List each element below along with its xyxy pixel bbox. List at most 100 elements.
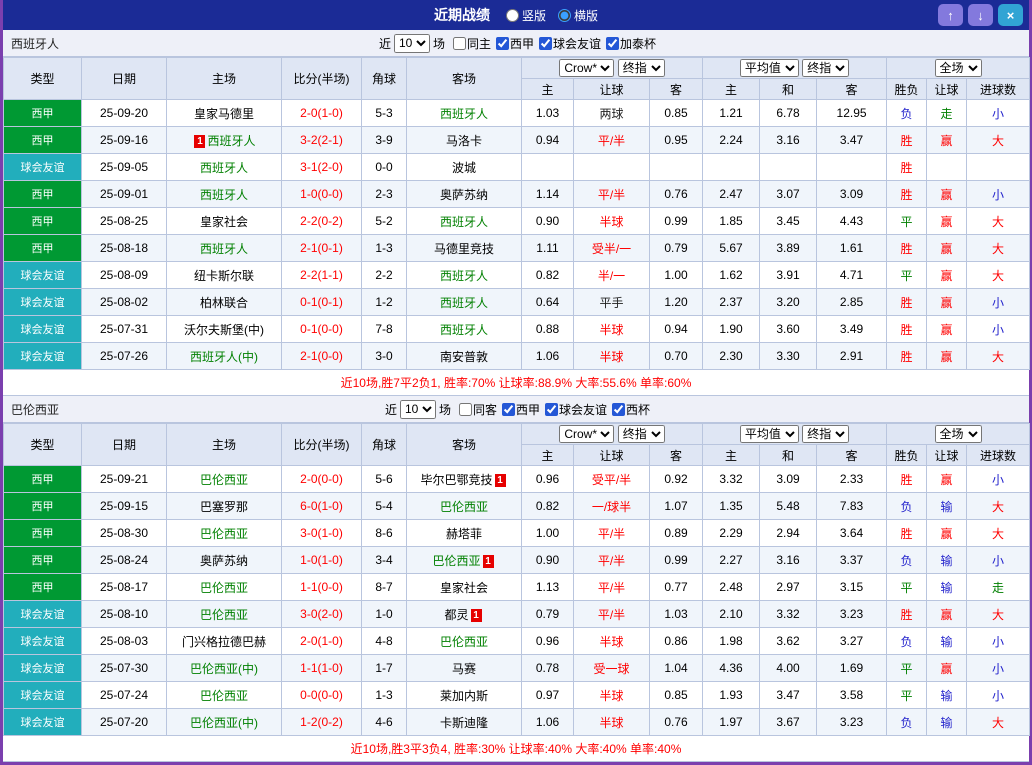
goals-result-cell: 大 xyxy=(967,709,1030,736)
section-summary: 近10场,胜3平3负4, 胜率:30% 让球率:40% 大率:40% 单率:40… xyxy=(3,736,1029,762)
team-name: 西班牙人 xyxy=(207,134,255,148)
match-row: 球会友谊25-07-24巴伦西亚0-0(0-0)1-3莱加内斯0.97半球0.8… xyxy=(4,682,1030,709)
odds-header-cell: Crow* 终指 xyxy=(522,58,703,79)
average-stage-select[interactable]: 终指 xyxy=(802,425,849,443)
scroll-down-button[interactable]: ↓ xyxy=(968,4,993,26)
average-stage-select[interactable]: 终指 xyxy=(802,59,849,77)
average-select[interactable]: 平均值 xyxy=(740,59,799,77)
results-table: 类型 日期 主场 比分(半场) 角球 客场 Crow* 终指 平均值 终指 xyxy=(3,57,1030,370)
result-cell: 胜 xyxy=(887,154,927,181)
odds-company-select[interactable]: Crow* xyxy=(559,59,614,77)
same-venue-checkbox[interactable] xyxy=(453,37,466,50)
avg-draw-cell: 2.97 xyxy=(760,574,817,601)
same-venue-checkbox[interactable] xyxy=(459,403,472,416)
avg-home-cell: 2.29 xyxy=(703,520,760,547)
horizontal-radio[interactable] xyxy=(558,9,571,22)
match-type-cell: 西甲 xyxy=(4,127,82,154)
home-odds-cell: 1.14 xyxy=(522,181,574,208)
subheader-odds-away: 客 xyxy=(650,79,703,100)
team-name: 马德里竞技 xyxy=(434,242,494,256)
team-name: 西班牙人 xyxy=(200,161,248,175)
avg-away-cell: 3.37 xyxy=(817,547,887,574)
goals-result-cell: 小 xyxy=(967,682,1030,709)
league-filter-friendly[interactable]: 球会友谊 xyxy=(545,401,607,418)
cup-checkbox[interactable] xyxy=(606,37,619,50)
friendly-checkbox[interactable] xyxy=(545,403,558,416)
home-odds-cell: 0.64 xyxy=(522,289,574,316)
filters: 近 10 场 同主 西甲 球会友谊 加泰杯 xyxy=(376,34,656,53)
corner-cell: 1-3 xyxy=(362,235,407,262)
team-name: 波城 xyxy=(452,161,476,175)
match-date-cell: 25-08-03 xyxy=(82,628,167,655)
layout-horizontal-option[interactable]: 横版 xyxy=(558,7,598,24)
away-team-cell: 奥萨苏纳 xyxy=(407,181,522,208)
avg-draw-cell: 3.60 xyxy=(760,316,817,343)
avg-home-cell: 2.24 xyxy=(703,127,760,154)
home-team-cell: 皇家马德里 xyxy=(167,100,282,127)
league-filter-cup[interactable]: 西杯 xyxy=(612,401,650,418)
avg-away-cell: 4.43 xyxy=(817,208,887,235)
up-arrow-icon: ↑ xyxy=(947,8,954,23)
scroll-up-button[interactable]: ↑ xyxy=(938,4,963,26)
match-row: 球会友谊25-09-05西班牙人3-1(2-0)0-0波城胜 xyxy=(4,154,1030,181)
match-date-cell: 25-08-18 xyxy=(82,235,167,262)
team-name: 纽卡斯尔联 xyxy=(194,269,254,283)
league-filter-laliga[interactable]: 西甲 xyxy=(502,401,540,418)
vertical-radio[interactable] xyxy=(506,9,519,22)
laliga-checkbox[interactable] xyxy=(496,37,509,50)
same-venue-filter[interactable]: 同客 xyxy=(459,401,497,418)
odds-company-select[interactable]: Crow* xyxy=(559,425,614,443)
avg-home-cell: 2.30 xyxy=(703,343,760,370)
odds-stage-select[interactable]: 终指 xyxy=(618,59,665,77)
average-select[interactable]: 平均值 xyxy=(740,425,799,443)
score-cell: 3-0(1-0) xyxy=(282,520,362,547)
result-cell: 胜 xyxy=(887,127,927,154)
corner-cell: 3-0 xyxy=(362,343,407,370)
corner-cell: 8-7 xyxy=(362,574,407,601)
team-name: 马洛卡 xyxy=(446,134,482,148)
league-filter-laliga[interactable]: 西甲 xyxy=(496,35,534,52)
home-odds-cell: 1.06 xyxy=(522,343,574,370)
corner-cell: 1-2 xyxy=(362,289,407,316)
subheader-avg-home: 主 xyxy=(703,445,760,466)
odds-stage-select[interactable]: 终指 xyxy=(618,425,665,443)
friendly-checkbox[interactable] xyxy=(539,37,552,50)
home-team-cell: 西班牙人 xyxy=(167,235,282,262)
layout-vertical-option[interactable]: 竖版 xyxy=(506,7,546,24)
match-row: 西甲25-08-18西班牙人2-1(0-1)1-3马德里竞技1.11受半/一0.… xyxy=(4,235,1030,262)
avg-away-cell: 3.23 xyxy=(817,601,887,628)
near-label: 近 xyxy=(385,401,397,418)
subheader-result: 胜负 xyxy=(887,79,927,100)
home-odds-cell: 1.03 xyxy=(522,100,574,127)
handicap-result-cell: 输 xyxy=(927,574,967,601)
league-filter-friendly[interactable]: 球会友谊 xyxy=(539,35,601,52)
match-date-cell: 25-08-25 xyxy=(82,208,167,235)
goals-result-cell: 大 xyxy=(967,208,1030,235)
score-cell: 1-0(0-0) xyxy=(282,181,362,208)
team-section-espanyol: 西班牙人 近 10 场 同主 西甲 球会友谊 xyxy=(3,30,1029,396)
red-card-badge: 1 xyxy=(194,135,205,148)
goals-result-cell: 走 xyxy=(967,574,1030,601)
col-header-date: 日期 xyxy=(82,58,167,100)
league-filter-cup[interactable]: 加泰杯 xyxy=(606,35,656,52)
home-odds-cell: 0.79 xyxy=(522,601,574,628)
away-odds-cell: 0.79 xyxy=(650,235,703,262)
team-name: 卡斯迪隆 xyxy=(440,716,488,730)
scope-select[interactable]: 全场 xyxy=(935,425,982,443)
team-name: 巴伦西亚 xyxy=(440,635,488,649)
match-date-cell: 25-08-17 xyxy=(82,574,167,601)
home-odds-cell: 0.88 xyxy=(522,316,574,343)
match-count-select[interactable]: 10 xyxy=(400,400,436,419)
match-date-cell: 25-09-20 xyxy=(82,100,167,127)
match-count-select[interactable]: 10 xyxy=(394,34,430,53)
scope-select[interactable]: 全场 xyxy=(935,59,982,77)
home-odds-cell: 1.13 xyxy=(522,574,574,601)
handicap-result-cell: 赢 xyxy=(927,316,967,343)
same-venue-filter[interactable]: 同主 xyxy=(453,35,491,52)
close-button[interactable]: × xyxy=(998,4,1023,26)
away-odds-cell: 0.77 xyxy=(650,574,703,601)
away-team-cell: 莱加内斯 xyxy=(407,682,522,709)
cup-checkbox[interactable] xyxy=(612,403,625,416)
laliga-checkbox[interactable] xyxy=(502,403,515,416)
score-cell: 2-0(0-0) xyxy=(282,466,362,493)
